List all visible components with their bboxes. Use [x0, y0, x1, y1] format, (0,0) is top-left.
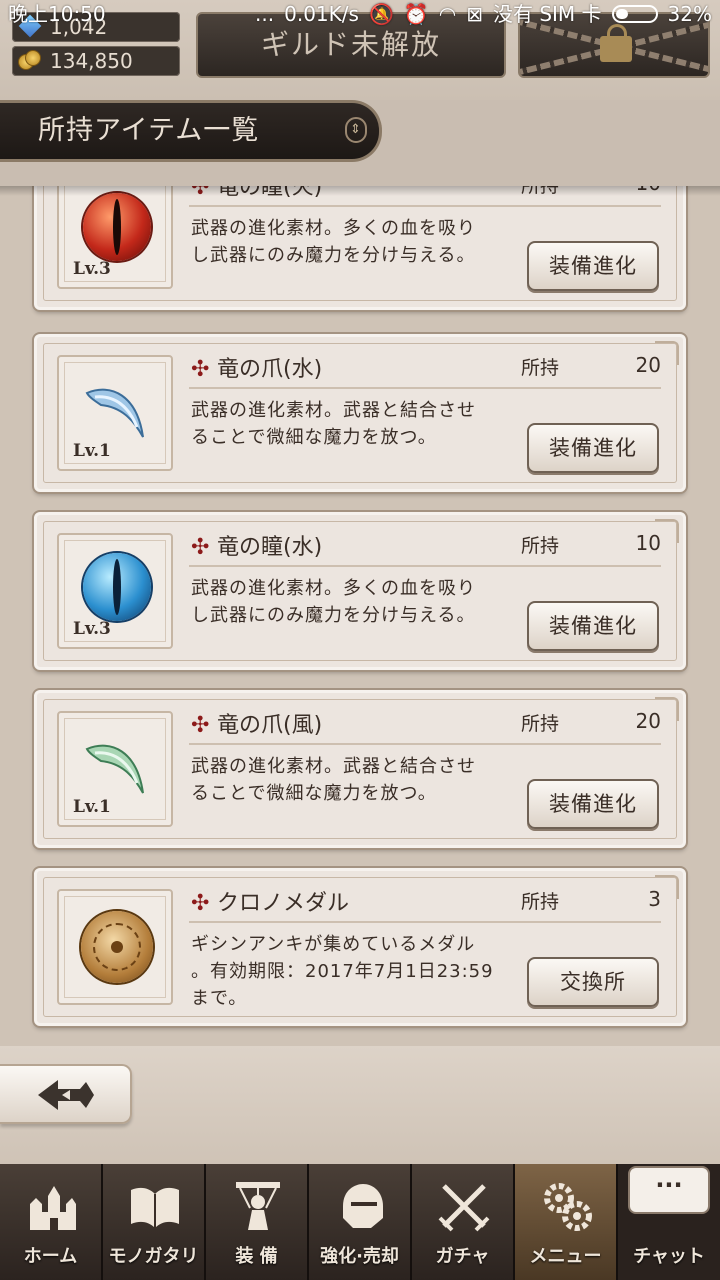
nav-gacha[interactable]: ガチャ [412, 1164, 515, 1280]
own-count: 10 [635, 531, 661, 555]
padlock-icon [600, 24, 632, 62]
own-count: 20 [635, 709, 661, 733]
item-description: 武器の進化素材。武器と結合させ ることで微細な魔力を放つ。 [191, 756, 476, 804]
evolve-button[interactable]: 装備進化 [527, 241, 659, 291]
cross-icon: ✣ [191, 713, 210, 738]
item-description: ギシンアンキが集めているメダル 。有効期限：2017年7月1日23:59 まで。 [191, 934, 494, 1009]
puppet-icon [236, 1182, 280, 1230]
page-title-bar: 所持アイテム一覧 ⇕ [0, 100, 382, 162]
blue-claw-icon [85, 388, 144, 438]
helmet-icon [343, 1184, 383, 1228]
bottom-nav: ホーム モノガタリ 装 備 強化·売却 ガチャ メニュー ··· チャット [0, 1164, 720, 1280]
coin-icon [18, 50, 42, 72]
item-name: 竜の瞳(水) [217, 535, 323, 560]
nav-equipment[interactable]: 装 備 [206, 1164, 309, 1280]
back-bar [0, 1046, 720, 1164]
item-level: Lv.3 [73, 259, 111, 279]
medal-icon [81, 911, 153, 983]
gears-icon [544, 1183, 592, 1231]
own-label: 所持 [521, 891, 560, 913]
nav-menu[interactable]: メニュー [515, 1164, 618, 1280]
own-count: 20 [635, 353, 661, 377]
item-thumbnail [57, 889, 173, 1005]
own-count: 3 [648, 887, 661, 911]
back-button[interactable] [0, 1064, 132, 1124]
nav-story[interactable]: モノガタリ [103, 1164, 206, 1280]
crossed-swords-icon [438, 1184, 490, 1232]
chat-bubble-icon: ··· [628, 1166, 710, 1214]
cross-icon: ✣ [191, 535, 210, 560]
evolve-button[interactable]: 装備進化 [527, 601, 659, 651]
cross-icon: ✣ [191, 891, 210, 916]
mute-icon: 🔕 [368, 2, 394, 26]
network-speed: 0.01K/s [284, 2, 359, 26]
book-icon [131, 1187, 179, 1228]
list-item: ✣ クロノメダル 所持 3 ギシンアンキが集めているメダル 。有効期限：2017… [34, 868, 686, 1026]
item-thumbnail: Lv.3 [57, 533, 173, 649]
back-arrow-icon [38, 1080, 94, 1110]
alarm-icon: ⏰ [403, 2, 429, 26]
item-thumbnail: Lv.3 [57, 186, 173, 289]
own-label: 所持 [521, 357, 560, 379]
coin-counter: 134,850 [12, 46, 180, 76]
item-level: Lv.3 [73, 619, 111, 639]
status-bar: 晚上10:50 ... 0.01K/s 🔕 ⏰ ◠ ⊠ 没有 SIM 卡 32% [0, 0, 720, 28]
wifi-icon: ◠ [438, 2, 457, 26]
item-level: Lv.1 [73, 441, 111, 461]
chat-label: チャット [633, 1246, 705, 1267]
evolve-button[interactable]: 装備進化 [527, 779, 659, 829]
item-description: 武器の進化素材。多くの血を吸り し武器にのみ魔力を分け与える。 [191, 218, 476, 266]
cross-icon: ✣ [191, 357, 210, 382]
item-description: 武器の進化素材。多くの血を吸り し武器にのみ魔力を分け与える。 [191, 578, 476, 626]
status-dots: ... [255, 2, 275, 26]
status-time: 晚上10:50 [8, 2, 106, 26]
list-item: Lv.1 ✣ 竜の爪(風) 所持 20 武器の進化素材。武器と結合させ ることで… [34, 690, 686, 848]
list-item: Lv.3 ✣ 竜の瞳(火) 所持 10 武器の進化素材。多くの血を吸り し武器に… [34, 186, 686, 310]
own-label: 所持 [521, 713, 560, 735]
item-name: 竜の爪(風) [217, 713, 323, 738]
exchange-button[interactable]: 交換所 [527, 957, 659, 1007]
nav-enhance-sell[interactable]: 強化·売却 [309, 1164, 412, 1280]
battery-percent: 32% [667, 2, 712, 26]
own-label: 所持 [521, 535, 560, 557]
battery-icon [611, 5, 658, 23]
nav-home[interactable]: ホーム [0, 1164, 103, 1280]
item-thumbnail: Lv.1 [57, 355, 173, 471]
evolve-button[interactable]: 装備進化 [527, 423, 659, 473]
item-name: 竜の爪(水) [217, 357, 323, 382]
sim-icon: ⊠ [466, 2, 483, 26]
list-item: Lv.1 ✣ 竜の爪(水) 所持 20 武器の進化素材。武器と結合させ ることで… [34, 334, 686, 492]
green-claw-icon [85, 744, 144, 794]
item-description: 武器の進化素材。武器と結合させ ることで微細な魔力を放つ。 [191, 400, 476, 448]
list-item: Lv.3 ✣ 竜の瞳(水) 所持 10 武器の進化素材。多くの血を吸り し武器に… [34, 512, 686, 670]
item-list[interactable]: Lv.3 ✣ 竜の瞳(火) 所持 10 武器の進化素材。多くの血を吸り し武器に… [0, 186, 720, 1046]
item-level: Lv.1 [73, 797, 111, 817]
page-title: 所持アイテム一覧 [38, 115, 260, 146]
item-thumbnail: Lv.1 [57, 711, 173, 827]
castle-icon [30, 1186, 76, 1230]
sort-icon[interactable]: ⇕ [345, 117, 367, 143]
nav-chat[interactable]: ··· チャット [618, 1164, 720, 1280]
carrier-text: 没有 SIM 卡 [492, 2, 602, 26]
red-eye-icon [83, 193, 151, 261]
coin-amount: 134,850 [50, 49, 133, 73]
blue-eye-icon [83, 553, 151, 621]
item-name: クロノメダル [217, 891, 350, 916]
